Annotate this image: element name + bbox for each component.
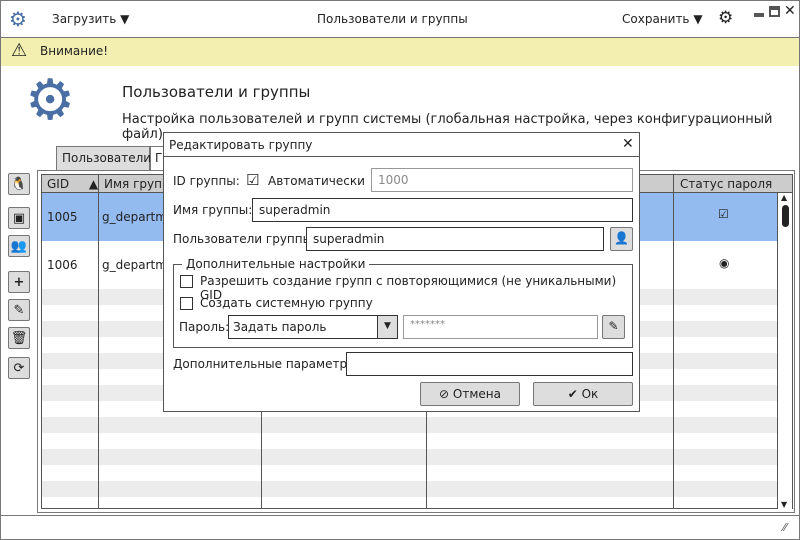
gid-label: ID группы: [173, 174, 240, 188]
name-cell: g_departm [102, 210, 167, 224]
user-card-button[interactable]: ▣ [8, 207, 30, 229]
column-header-gid[interactable]: GID ▲ [47, 177, 98, 191]
cancel-label: Отмена [452, 387, 501, 401]
delete-button[interactable]: 🗑 [8, 327, 30, 349]
penguin-icon: 🐧 [10, 176, 28, 192]
load-menu[interactable]: Загрузить ▼ [52, 12, 129, 26]
window-title: Пользователи и группы [317, 12, 468, 26]
column-divider [673, 174, 674, 509]
plus-icon: + [13, 274, 25, 290]
extra-params-label: Дополнительные параметры: [173, 357, 361, 371]
scroll-down-icon[interactable]: ▼ [781, 500, 787, 509]
password-checkbox-icon: ☑ [718, 207, 729, 221]
edit-button[interactable]: ✎ [8, 299, 30, 321]
warning-icon: ⚠ [11, 40, 28, 61]
gid-input[interactable]: 1000 [371, 168, 633, 192]
app-gears-icon: ⚙ [9, 7, 27, 31]
cancel-icon: ⊘ [439, 387, 450, 401]
gid-cell: 1006 [47, 258, 78, 272]
user-card-icon: ▣ [12, 210, 26, 226]
auto-label: Автоматически [268, 174, 365, 188]
password-radio-icon: ◉ [719, 256, 730, 270]
statusbar-divider [1, 515, 799, 516]
add-user-button[interactable]: 👤 [610, 227, 633, 251]
extra-params-input[interactable] [346, 352, 633, 376]
refresh-icon: ⟳ [13, 360, 25, 376]
dialog-title: Редактировать группу [169, 138, 313, 152]
chevron-down-icon[interactable]: ▼ [377, 316, 397, 338]
settings-gear-icon[interactable]: ⚙ [718, 8, 733, 28]
chevron-down-icon: ▼ [693, 12, 703, 26]
warning-bar: ⚠ Внимание! [1, 38, 799, 66]
dialog-close-icon[interactable]: ✕ [622, 136, 634, 152]
name-cell: g_departm [102, 258, 167, 272]
edit-group-dialog: Редактировать группу ✕ ID группы: ☑ Авто… [163, 132, 640, 412]
scrollbar[interactable]: ▲ ▼ [777, 193, 792, 509]
extra-settings-legend: Дополнительные настройки [182, 257, 370, 271]
gid-cell: 1005 [47, 210, 78, 224]
column-header-password-status[interactable]: Статус пароля [680, 177, 772, 191]
app-window: ⚙ Загрузить ▼ Пользователи и группы Сохр… [0, 0, 800, 540]
close-icon[interactable]: ✕ [784, 3, 796, 19]
group-name-value: superadmin [259, 203, 331, 217]
edit-icon: ✎ [13, 302, 25, 318]
scroll-up-icon[interactable]: ▲ [781, 193, 787, 202]
column-divider [98, 174, 99, 509]
ok-button[interactable]: ✔ Ок [533, 382, 633, 406]
password-input[interactable]: ******* [403, 315, 598, 339]
pencil-icon: ✎ [608, 319, 619, 333]
linux-button[interactable]: 🐧 [8, 173, 30, 195]
auto-checkbox[interactable]: ☑ [246, 171, 259, 189]
page-title: Пользователи и группы [122, 83, 311, 101]
group-users-label: Пользователи группы: [173, 232, 317, 246]
dup-gid-checkbox[interactable] [180, 275, 193, 288]
password-value: ******* [410, 319, 445, 330]
titlebar: ⚙ Загрузить ▼ Пользователи и группы Сохр… [1, 1, 799, 38]
users-button[interactable]: 👥 [8, 235, 30, 257]
chevron-down-icon: ▼ [120, 12, 130, 26]
save-menu[interactable]: Сохранить ▼ [622, 12, 703, 26]
group-users-value: superadmin [313, 232, 385, 246]
tab-users[interactable]: Пользователи [56, 146, 152, 171]
warning-text: Внимание! [40, 44, 109, 58]
edit-password-button[interactable]: ✎ [602, 315, 625, 339]
table-row[interactable] [42, 417, 777, 433]
scroll-thumb[interactable] [782, 205, 789, 227]
refresh-button[interactable]: ⟳ [8, 357, 30, 379]
users-icon: 👥 [10, 238, 28, 254]
add-button[interactable]: + [8, 271, 30, 293]
sort-asc-icon: ▲ [88, 177, 99, 191]
tab-label: Пользователи [62, 151, 152, 165]
password-label: Пароль: [179, 320, 230, 334]
group-name-label: Имя группы: [173, 203, 253, 217]
ok-label: Ок [581, 387, 599, 401]
maximize-icon[interactable] [769, 6, 780, 17]
gid-header-label: GID [47, 177, 70, 191]
users-groups-gears-icon: ⚙ [25, 68, 76, 133]
cancel-button[interactable]: ⊘ Отмена [420, 382, 520, 406]
system-group-label: Создать системную группу [200, 296, 373, 310]
group-name-input[interactable]: superadmin [252, 198, 633, 222]
add-user-icon: 👤 [614, 231, 629, 245]
tab-label: Г [155, 151, 163, 165]
system-group-checkbox[interactable] [180, 297, 193, 310]
save-label: Сохранить [622, 12, 690, 26]
group-users-input[interactable]: superadmin [306, 227, 604, 251]
trash-icon: 🗑 [10, 330, 28, 346]
minimize-icon[interactable] [754, 13, 764, 17]
table-row[interactable] [42, 449, 777, 465]
check-icon: ✔ [567, 387, 578, 401]
password-mode-value: Задать пароль [233, 320, 327, 334]
password-mode-select[interactable]: Задать пароль ▼ [228, 315, 398, 339]
resize-grip-icon[interactable]: ⁄⁄ [783, 521, 787, 534]
gid-value: 1000 [378, 173, 409, 187]
table-row[interactable] [42, 481, 777, 497]
load-label: Загрузить [52, 12, 117, 26]
